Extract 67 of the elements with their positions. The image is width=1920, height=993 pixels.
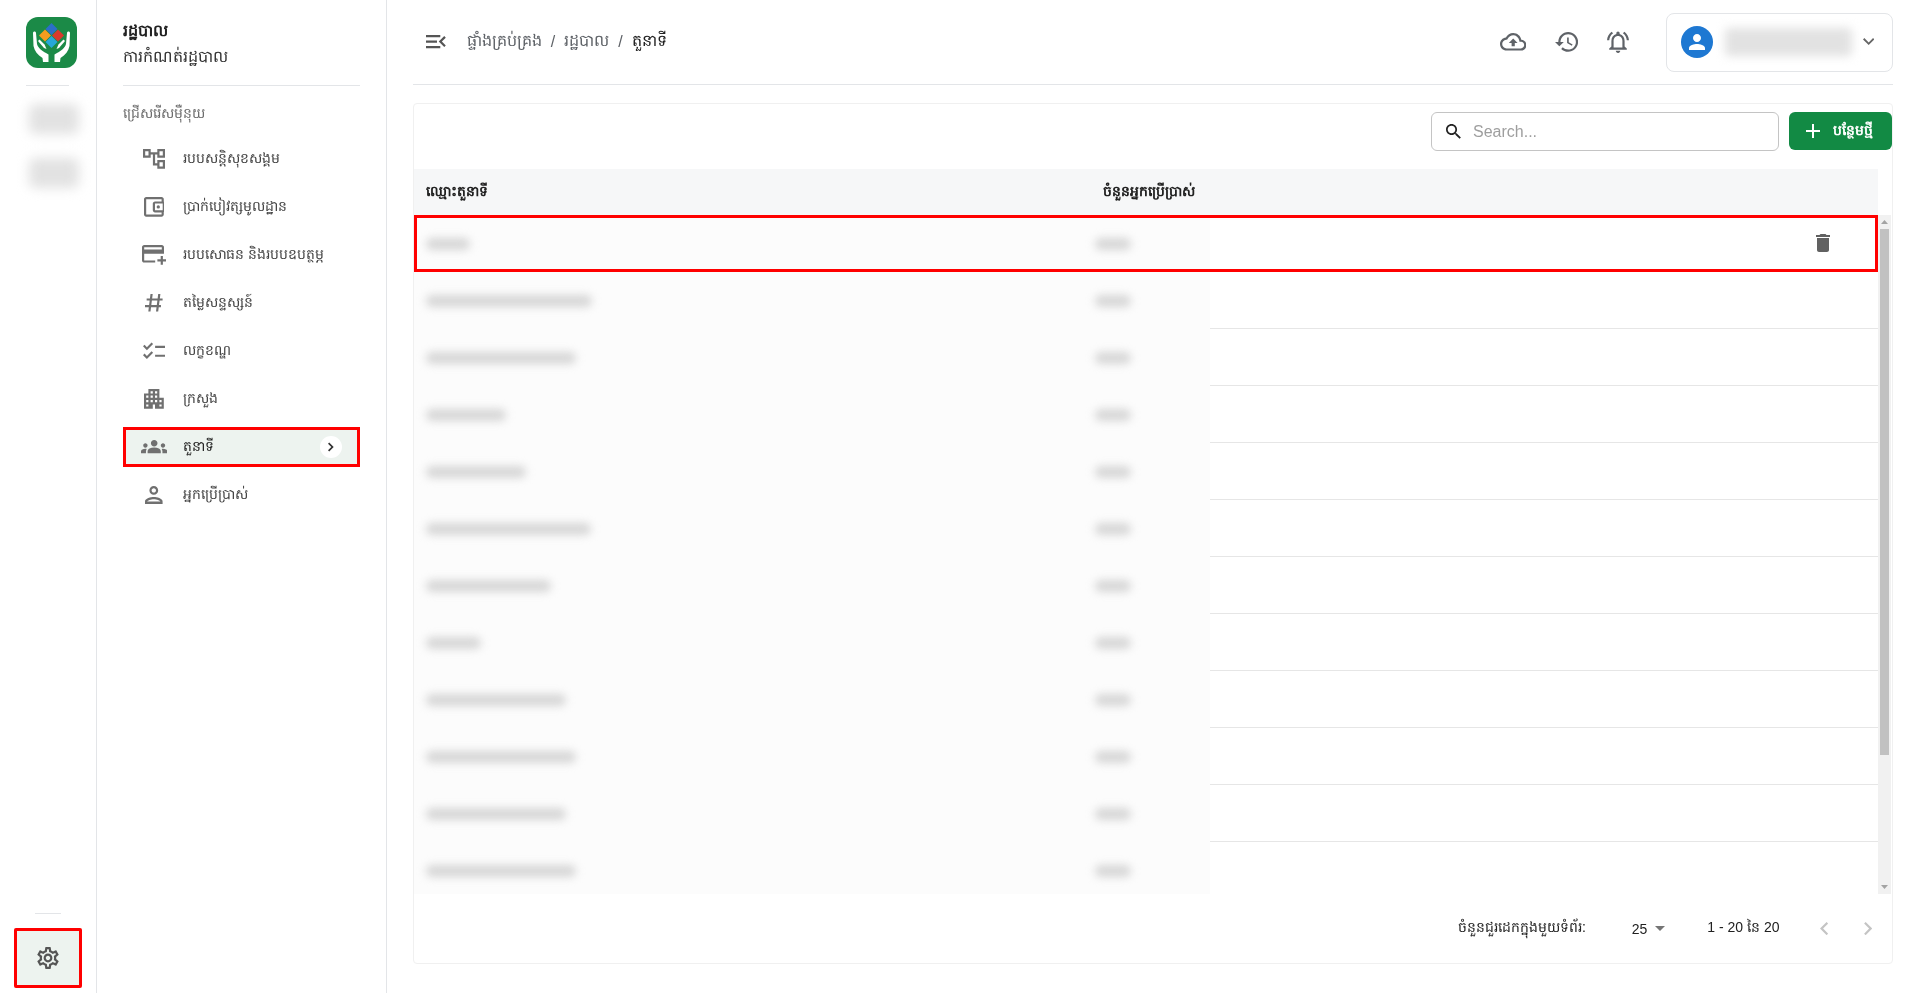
rows-per-page-label: ចំនួនជួរដេកក្នុងមួយទំព័រ: [1457, 918, 1586, 939]
blurred-nav-item[interactable] [29, 158, 79, 188]
people-group-icon [140, 440, 168, 454]
blurred-text [426, 237, 470, 250]
avatar-icon [1681, 26, 1713, 58]
settings-icon [37, 947, 59, 969]
scroll-up-arrow-icon[interactable] [1881, 220, 1888, 224]
page-range-text: 1 - 20 នៃ 20 [1707, 918, 1780, 937]
trash-icon[interactable] [1816, 234, 1830, 252]
search-icon [1446, 124, 1461, 139]
blurred-text [1095, 465, 1131, 478]
user-menu[interactable] [1666, 12, 1893, 72]
sidebar-item[interactable]: លក្ខខណ្ឌ [123, 331, 360, 371]
scrollbar-thumb[interactable] [1880, 229, 1889, 755]
history-icon[interactable] [1554, 32, 1578, 52]
sidebar-item[interactable]: តម្លៃសន្ទស្សន៍ [123, 283, 360, 323]
person-icon [145, 485, 163, 505]
sidebar-item[interactable]: របបសន្តិសុខសង្គម [123, 139, 360, 179]
blurred-text [1095, 408, 1131, 421]
table-row[interactable] [414, 215, 1878, 272]
blurred-text [1095, 693, 1131, 706]
dropdown-caret-icon [1655, 926, 1666, 931]
checklist-icon [143, 342, 165, 360]
settings-button[interactable] [14, 928, 82, 988]
blurred-text [1095, 237, 1131, 250]
column-header: ឈ្មោះតួនាទី [426, 182, 488, 199]
breadcrumb-current: តួនាទី [631, 30, 667, 53]
blurred-text [426, 636, 481, 649]
bell-icon[interactable] [1607, 31, 1629, 53]
sidebar-title: រដ្ឋបាល [123, 21, 169, 43]
sidebar-item[interactable]: ប្រាក់បៀវត្សមូលដ្ឋាន [123, 187, 360, 227]
sidebar-item[interactable]: ក្រសួង [123, 379, 360, 419]
blurred-text [1095, 636, 1131, 649]
add-button[interactable]: បន្ថែមថ្មី [1789, 112, 1892, 150]
breadcrumb-link[interactable]: រដ្ឋបាល [564, 30, 610, 54]
menu-collapse-icon[interactable] [426, 35, 446, 49]
hash-icon [145, 294, 163, 312]
hands-logo-icon [26, 17, 77, 68]
blurred-text [1095, 294, 1131, 307]
search-field[interactable]: Search... [1431, 112, 1779, 151]
sidebar-subtitle: ការកំណត់រដ្ឋបាល [123, 45, 229, 68]
chevron-down-icon [1862, 38, 1874, 46]
cloud-upload-icon[interactable] [1499, 33, 1526, 51]
sidebar-item[interactable]: តួនាទី [123, 427, 360, 467]
chevron-right-icon [320, 436, 342, 458]
card-plus-icon [141, 245, 167, 265]
tree-diagram-icon [143, 149, 165, 169]
breadcrumb-separator: / [618, 33, 623, 51]
wallet-icon [143, 197, 165, 217]
scroll-down-arrow-icon[interactable] [1881, 885, 1888, 889]
breadcrumb-link[interactable]: ផ្ទាំងគ្រប់គ្រង [466, 30, 542, 54]
rows-per-page-select[interactable]: 25 [1631, 920, 1666, 937]
blurred-text [1095, 351, 1131, 364]
blurred-text [1095, 579, 1131, 592]
sidebar-item[interactable]: អ្នកប្រើប្រាស់ [123, 475, 360, 515]
scrollbar[interactable] [1878, 215, 1891, 894]
breadcrumb-separator: / [550, 33, 556, 51]
plus-icon [1806, 124, 1820, 138]
blurred-text [1095, 864, 1131, 877]
building-icon [144, 389, 164, 409]
blurred-text [1095, 750, 1131, 763]
blurred-nav-item[interactable] [29, 104, 79, 134]
column-header: ចំនួនអ្នកប្រើប្រាស់ [1103, 182, 1195, 199]
blurred-text [1095, 807, 1131, 820]
menu-section-label: ជ្រើសរើសម៉ឺនុយ [123, 103, 206, 125]
sidebar-item[interactable]: របបសោធន និងរបបឧបត្ថម្ភ [123, 235, 360, 275]
blurred-text [1095, 522, 1131, 535]
